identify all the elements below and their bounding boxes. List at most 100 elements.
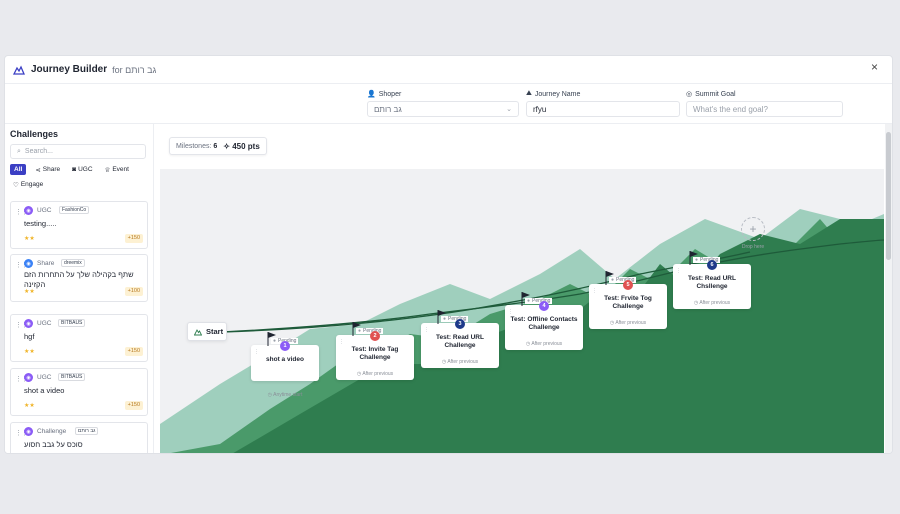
milestone-timing: ◷ After previous	[609, 320, 647, 326]
drag-handle-icon[interactable]: ⋮	[424, 327, 429, 333]
mountain-icon: ⛰	[526, 90, 532, 97]
sky-band	[160, 124, 884, 169]
title-bar: Journey Builder for גב רותם ×	[5, 56, 892, 84]
points-badge: +150	[124, 234, 143, 243]
start-node[interactable]: Start	[187, 322, 227, 341]
clock-icon: ◷	[441, 359, 447, 365]
milestones-summary: Milestones: 6 ✧ 450 pts	[169, 137, 267, 155]
challenge-type: UGC	[37, 207, 52, 214]
milestone-number: 5	[623, 280, 633, 290]
plus-icon: +	[741, 217, 765, 241]
filter-share[interactable]: ⋖ Share	[32, 164, 63, 175]
brand-badge: dreemix	[61, 259, 85, 267]
clock-icon: ◷	[267, 392, 273, 398]
milestone-card[interactable]: ●Pending⋮2Test: Invite Tag Challenge◷ Af…	[336, 322, 414, 380]
brand-badge: BITBAUS	[58, 373, 86, 381]
brand-badge: FashionCo	[59, 206, 90, 214]
mountain-logo-icon	[13, 64, 25, 75]
milestone-name: Test: Invite Tag Challenge	[351, 346, 399, 361]
challenges-sidebar: Challenges ⌕ Search... All ⋖ Share ◙ UGC ♕…	[5, 124, 154, 453]
filter-ugc[interactable]: ◙ UGC	[69, 164, 95, 175]
search-input[interactable]: ⌕ Search...	[10, 144, 146, 159]
canvas-scrollbar[interactable]	[885, 124, 892, 453]
filter-event[interactable]: ♕ Event	[102, 164, 132, 175]
camera-icon: ◙	[72, 166, 77, 173]
points-badge: +150	[124, 347, 143, 356]
drop-zone[interactable]: + Drop here	[738, 217, 768, 250]
shopper-field: 👤 Shoper גב רותם ⌄	[367, 89, 519, 117]
challenge-card[interactable]: ⋮⋮ ◉ UGC FashionCo testing..... ★★ +150	[10, 201, 148, 249]
filter-engage[interactable]: ♡ Engage	[10, 179, 46, 190]
difficulty-stars: ★★	[24, 236, 35, 242]
target-icon: ◎	[686, 91, 693, 98]
milestone-name: Test: Read URL Chsllenge	[688, 275, 736, 290]
filter-all[interactable]: All	[10, 164, 27, 175]
challenge-type: UGC	[37, 374, 52, 381]
challenge-name: סוכס על גבב חסוע	[24, 440, 83, 449]
milestone-card[interactable]: ●Pending⋮1shot a video◷ Anytime start	[251, 332, 319, 398]
filter-chips: All ⋖ Share ◙ UGC ♕ Event ♡ Engage	[10, 164, 150, 190]
clock-icon: ◷	[525, 341, 531, 347]
milestone-card[interactable]: ●Pending⋮5Test: Frvite Tog Challenge◷ Af…	[589, 271, 667, 329]
drag-handle-icon[interactable]: ⋮	[592, 288, 597, 294]
challenge-type: Challenge	[37, 428, 67, 435]
sidebar-title: Challenges	[10, 129, 59, 139]
summit-goal-field: ◎ Summit Goal What's the end goal?	[686, 89, 843, 117]
milestone-name: shot a video	[266, 356, 304, 363]
window-title: Journey Builder	[31, 64, 108, 75]
drag-handle-icon[interactable]: ⋮	[254, 349, 259, 355]
milestone-timing: ◷ After previous	[693, 300, 731, 306]
scrollbar-thumb[interactable]	[886, 132, 891, 260]
milestone-card[interactable]: ●Pending⋮4Test: Offline Contacts Challen…	[505, 292, 583, 350]
milestone-number: 2	[370, 331, 380, 341]
challenge-type-icon: ◉	[24, 373, 33, 382]
challenge-card[interactable]: ⋮⋮ ◉ Share dreemix שתף בקהילה שלך על התחרות …	[10, 254, 148, 302]
trophy-icon: ♕	[104, 166, 111, 174]
search-icon: ⌕	[17, 147, 21, 155]
chevron-down-icon: ⌄	[506, 106, 512, 113]
close-icon[interactable]: ×	[871, 60, 878, 74]
difficulty-stars: ★★	[24, 289, 35, 295]
milestone-timing: ◷ After previous	[525, 341, 563, 347]
clock-icon: ◷	[356, 371, 362, 377]
clock-icon: ◷	[693, 300, 699, 306]
milestone-timing: ◷ After previous	[441, 359, 479, 365]
challenge-card[interactable]: ⋮⋮ ◉ UGC BITBAUS shot a video ★★ +150	[10, 368, 148, 416]
shopper-select[interactable]: גב רותם ⌄	[367, 101, 519, 117]
drag-handle-icon[interactable]: ⋮	[339, 339, 344, 345]
journey-name-field: ⛰ Journey Name rfyu	[526, 89, 680, 117]
share-icon: ⋖	[35, 166, 41, 174]
journey-canvas[interactable]: Milestones: 6 ✧ 450 pts Start + Drop her…	[160, 124, 884, 453]
journey-builder-modal: Journey Builder for גב רותם × 👤 Shoper גב…	[4, 55, 893, 454]
points-badge: +150	[124, 401, 143, 410]
challenge-name: shot a video	[24, 386, 65, 395]
milestone-name: Test: Read URL Challenge	[436, 334, 484, 349]
milestone-timing: ◷ After previous	[356, 371, 394, 377]
challenge-type: Share	[37, 260, 55, 267]
milestone-card[interactable]: ●Pending⋮6Test: Read URL Chsllenge◷ Afte…	[673, 251, 751, 309]
brand-badge: גב רותם	[75, 427, 99, 435]
difficulty-stars: ★★	[24, 349, 35, 355]
challenge-type: UGC	[37, 320, 52, 327]
challenge-name: hgf	[24, 332, 35, 341]
challenge-card[interactable]: ⋮⋮ ◉ Challenge גב רותם סוכס על גבב חסוע	[10, 422, 148, 453]
difficulty-stars: ★★	[24, 403, 35, 409]
milestone-number: 3	[455, 319, 465, 329]
drag-handle-icon[interactable]: ⋮	[676, 268, 681, 274]
drag-handle-icon[interactable]: ⋮	[508, 309, 513, 315]
challenge-card[interactable]: ⋮⋮ ◉ UGC BITBAUS hgf ★★ +150	[10, 314, 148, 362]
heart-icon: ♡	[13, 181, 19, 189]
journey-name-input[interactable]: rfyu	[526, 101, 680, 117]
mountain-icon	[194, 328, 202, 335]
milestone-number: 1	[280, 341, 290, 351]
summit-goal-input[interactable]: What's the end goal?	[686, 101, 843, 117]
milestone-timing: ◷ Anytime start	[267, 392, 303, 398]
challenge-type-icon: ◉	[24, 319, 33, 328]
clock-icon: ◷	[609, 320, 615, 326]
challenge-type-icon: ◉	[24, 427, 33, 436]
mountain-scene	[160, 124, 884, 453]
points-badge: +100	[124, 287, 143, 296]
brand-badge: BITBAUS	[58, 319, 86, 327]
shopper-subtitle: for גב רותם	[112, 64, 157, 75]
milestone-card[interactable]: ●Pending⋮3Test: Read URL Challenge◷ Afte…	[421, 310, 499, 368]
